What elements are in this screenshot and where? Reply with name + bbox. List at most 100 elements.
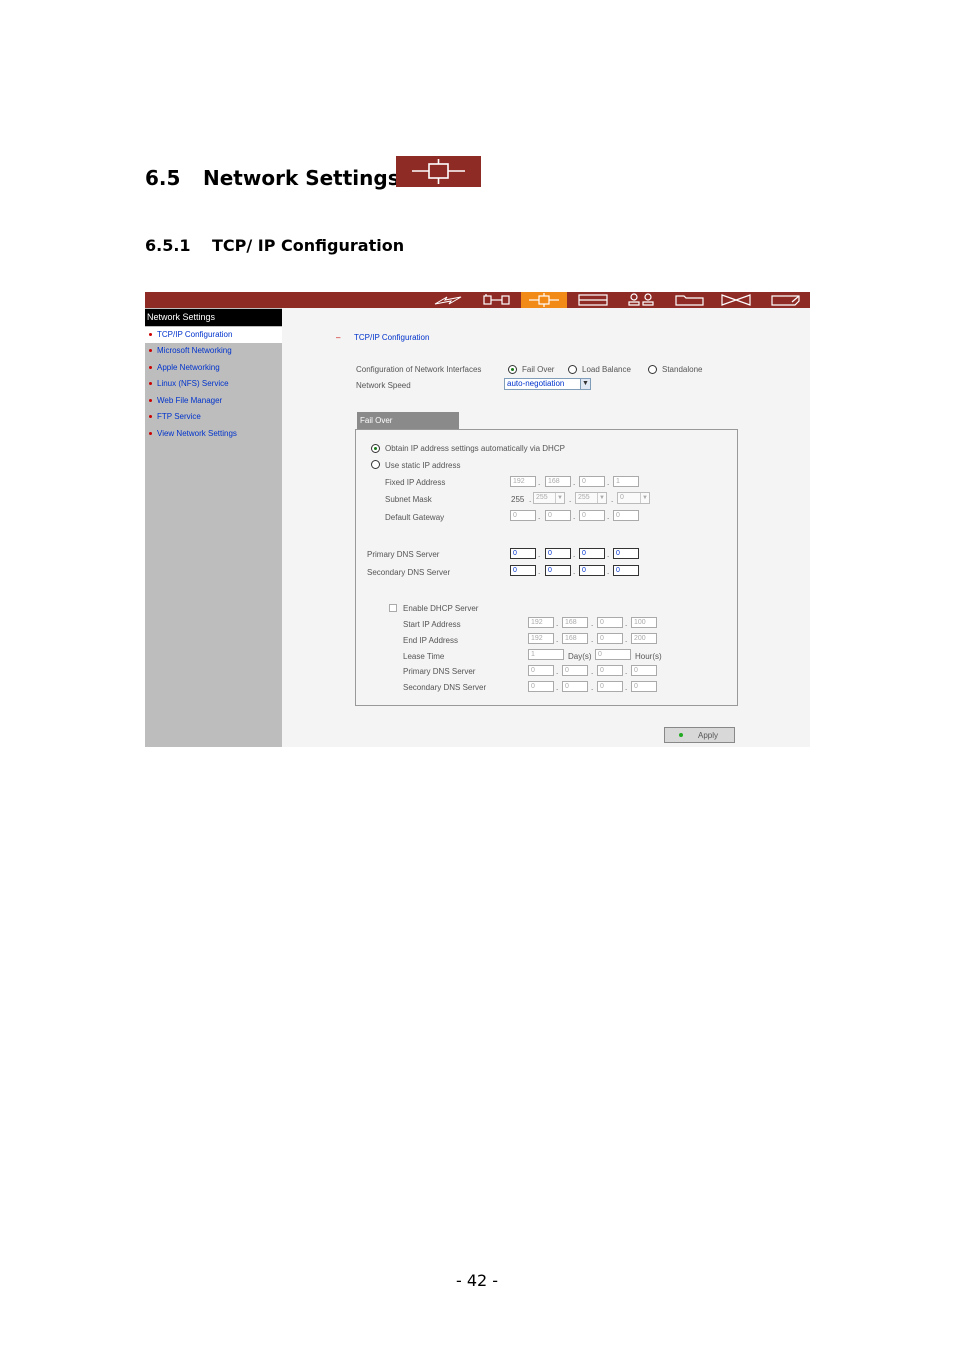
sidebar-item-ftp-service[interactable]: FTP Service — [145, 409, 282, 425]
days-unit: Day(s) — [568, 652, 592, 661]
chevron-down-icon: ▼ — [597, 493, 606, 503]
end-ip-octet-4[interactable]: 200 — [631, 633, 657, 644]
subnet-octet-4-select[interactable]: 0 ▼ — [617, 492, 650, 504]
end-ip-octet-3[interactable]: 0 — [597, 633, 623, 644]
chevron-down-icon: ▼ — [555, 493, 564, 503]
dhcp-secondary-dns-octet-2[interactable]: 0 — [562, 681, 588, 692]
dhcp-secondary-dns-label: Secondary DNS Server — [403, 683, 487, 692]
radio-load-balance[interactable] — [568, 365, 577, 374]
start-ip-label: Start IP Address — [403, 620, 461, 629]
network-settings-icon — [396, 156, 481, 187]
apply-button-label: Apply — [698, 731, 719, 740]
network-settings-icon[interactable] — [521, 292, 567, 308]
secondary-dns-octet-4[interactable]: 0 — [613, 565, 639, 576]
network-speed-value: auto-negotiation — [507, 379, 565, 388]
lease-days-input[interactable]: 1 — [528, 649, 564, 660]
section-number: 6.5 — [145, 166, 181, 190]
primary-dns-octet-4[interactable]: 0 — [613, 548, 639, 559]
dhcp-primary-dns-octet-1[interactable]: 0 — [528, 665, 554, 676]
sidebar-item-nfs-service[interactable]: Linux (NFS) Service — [145, 376, 282, 392]
sidebar-item-web-file-manager[interactable]: Web File Manager — [145, 393, 282, 409]
fixed-ip-octet-1[interactable]: 192 — [510, 476, 536, 487]
statistics-logs-icon[interactable] — [762, 292, 808, 308]
subsection-title: TCP/ IP Configuration — [212, 236, 405, 255]
lease-time-label: Lease Time — [403, 652, 445, 661]
gateway-octet-1[interactable]: 0 — [510, 510, 536, 521]
enable-dhcp-checkbox[interactable] — [389, 604, 397, 612]
end-ip-octet-2[interactable]: 168 — [562, 633, 588, 644]
radio-load-balance-label: Load Balance — [582, 365, 631, 374]
subnet-octet-1: 255 — [511, 495, 525, 504]
section-marker: – — [336, 333, 341, 342]
start-ip-octet-1[interactable]: 192 — [528, 617, 554, 628]
end-ip-label: End IP Address — [403, 636, 458, 645]
top-toolbar — [145, 292, 810, 308]
start-ip-octet-4[interactable]: 100 — [631, 617, 657, 628]
primary-dns-octet-1[interactable]: 0 — [510, 548, 536, 559]
dhcp-secondary-dns-octet-3[interactable]: 0 — [597, 681, 623, 692]
radio-dhcp[interactable] — [371, 444, 380, 453]
bullet-icon — [149, 415, 152, 418]
sidebar-title: Network Settings — [145, 309, 282, 326]
sidebar-item-label: Web File Manager — [157, 396, 223, 405]
sidebar-item-apple-networking[interactable]: Apple Networking — [145, 360, 282, 376]
dhcp-option-label: Obtain IP address settings automatically… — [385, 444, 565, 453]
dhcp-primary-dns-octet-2[interactable]: 0 — [562, 665, 588, 676]
dhcp-secondary-dns-octet-4[interactable]: 0 — [631, 681, 657, 692]
start-ip-octet-3[interactable]: 0 — [597, 617, 623, 628]
sidebar-item-microsoft-networking[interactable]: Microsoft Networking — [145, 343, 282, 359]
share-folder-icon[interactable] — [666, 292, 712, 308]
primary-dns-octet-2[interactable]: 0 — [545, 548, 571, 559]
config-label: Configuration of Network Interfaces — [356, 365, 482, 374]
subnet-octet-2-select[interactable]: 255 ▼ — [533, 492, 565, 504]
speed-label: Network Speed — [356, 381, 411, 390]
sidebar-item-tcpip[interactable]: TCP/IP Configuration — [145, 327, 282, 343]
primary-dns-label: Primary DNS Server — [367, 550, 440, 559]
lease-hours-input[interactable]: 0 — [595, 649, 631, 660]
sidebar-item-view-network-settings[interactable]: View Network Settings — [145, 426, 282, 442]
gateway-octet-2[interactable]: 0 — [545, 510, 571, 521]
sidebar-item-label: View Network Settings — [157, 429, 237, 438]
secondary-dns-octet-1[interactable]: 0 — [510, 565, 536, 576]
user-management-icon[interactable] — [618, 292, 664, 308]
tab-fail-over[interactable]: Fail Over — [357, 412, 459, 429]
subnet-octet-2: 255 — [536, 494, 548, 501]
system-settings-icon[interactable] — [474, 292, 520, 308]
device-config-icon[interactable] — [570, 292, 616, 308]
bullet-icon — [149, 432, 152, 435]
secondary-dns-octet-3[interactable]: 0 — [579, 565, 605, 576]
gateway-octet-3[interactable]: 0 — [579, 510, 605, 521]
end-ip-octet-1[interactable]: 192 — [528, 633, 554, 644]
dhcp-secondary-dns-octet-1[interactable]: 0 — [528, 681, 554, 692]
primary-dns-octet-3[interactable]: 0 — [579, 548, 605, 559]
radio-fail-over-label: Fail Over — [522, 365, 555, 374]
fixed-ip-label: Fixed IP Address — [385, 478, 446, 487]
network-speed-select[interactable]: auto-negotiation ▼ — [504, 378, 591, 390]
bullet-icon — [149, 366, 152, 369]
apply-button[interactable]: Apply — [664, 727, 735, 743]
subnet-octet-3-select[interactable]: 255 ▼ — [575, 492, 607, 504]
bullet-icon — [149, 333, 152, 336]
secondary-dns-octet-2[interactable]: 0 — [545, 565, 571, 576]
bullet-icon — [149, 382, 152, 385]
sidebar-item-label: Linux (NFS) Service — [157, 379, 229, 388]
sidebar-item-label: Apple Networking — [157, 363, 220, 372]
start-ip-octet-2[interactable]: 168 — [562, 617, 588, 628]
radio-standalone[interactable] — [648, 365, 657, 374]
radio-fail-over[interactable] — [508, 365, 517, 374]
chevron-down-icon: ▼ — [640, 493, 649, 503]
fixed-ip-octet-3[interactable]: 0 — [579, 476, 605, 487]
static-option-label: Use static IP address — [385, 461, 461, 470]
apply-status-icon — [679, 733, 683, 737]
fixed-ip-octet-2[interactable]: 168 — [545, 476, 571, 487]
system-tools-icon[interactable] — [713, 292, 759, 308]
radio-standalone-label: Standalone — [662, 365, 703, 374]
fixed-ip-octet-4[interactable]: 1 — [613, 476, 639, 487]
chevron-down-icon: ▼ — [580, 379, 590, 389]
gateway-octet-4[interactable]: 0 — [613, 510, 639, 521]
sidebar-item-label: TCP/IP Configuration — [157, 330, 233, 339]
radio-static-ip[interactable] — [371, 460, 380, 469]
dhcp-primary-dns-octet-4[interactable]: 0 — [631, 665, 657, 676]
quick-config-icon[interactable] — [425, 292, 471, 308]
dhcp-primary-dns-octet-3[interactable]: 0 — [597, 665, 623, 676]
